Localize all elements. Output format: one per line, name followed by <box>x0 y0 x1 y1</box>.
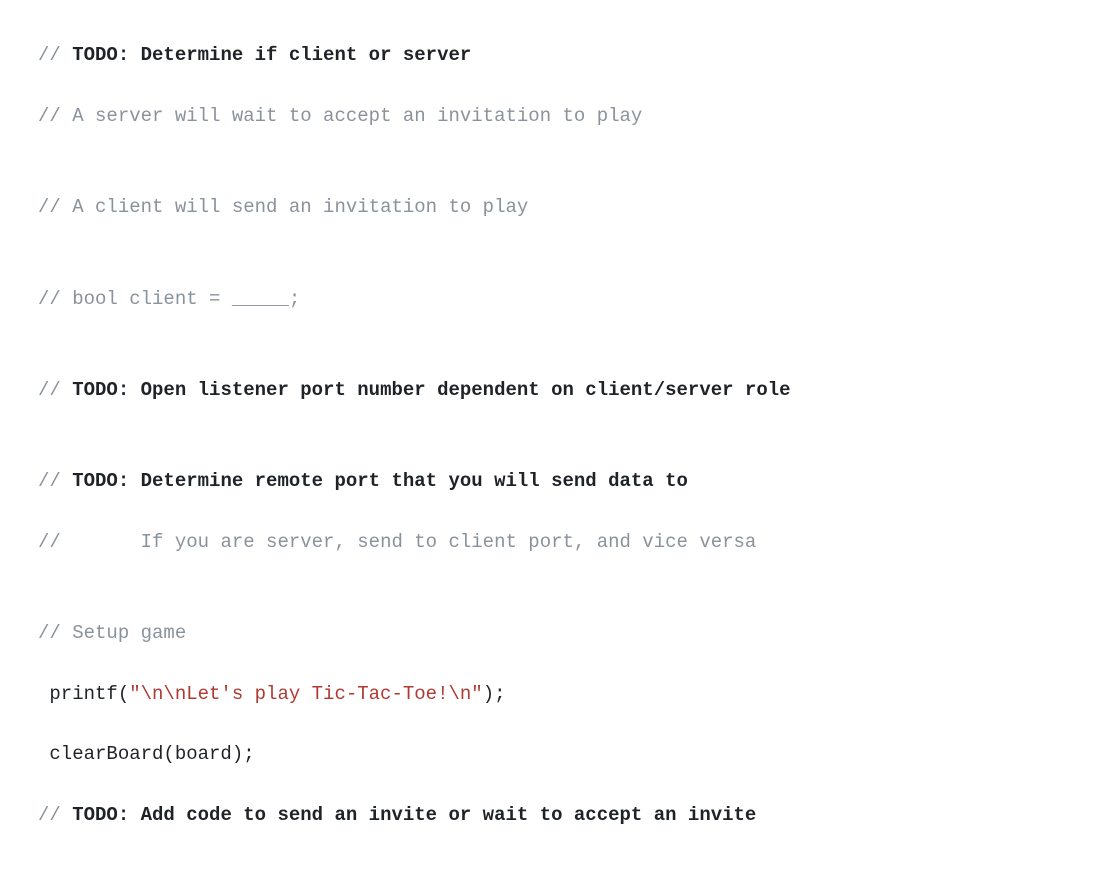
comment-slash: // <box>38 44 72 66</box>
code-line: // Setup game <box>0 618 1116 648</box>
code-line: clearBoard(board); <box>0 739 1116 769</box>
code-line: // bool client = _____; <box>0 284 1116 314</box>
comment-text: A client will send an invitation to play <box>72 196 528 218</box>
code-line: // TODO: Add code to send an invite or w… <box>0 800 1116 830</box>
comment-text: A server will wait to accept an invitati… <box>72 105 642 127</box>
code-line: // TODO: Determine remote port that you … <box>0 466 1116 496</box>
comment-text: bool client = _____; <box>72 288 300 310</box>
comment-slash: // <box>38 105 72 127</box>
string-literal: "\n\nLet's play Tic-Tac-Toe!\n" <box>129 683 482 705</box>
comment-slash: // <box>38 470 72 492</box>
code-text: ); <box>483 683 506 705</box>
todo-label: TODO: Open listener port number dependen… <box>72 379 790 401</box>
comment-slash: // <box>38 379 72 401</box>
code-line: // A client will send an invitation to p… <box>0 192 1116 222</box>
todo-label: TODO: Determine if client or server <box>72 44 471 66</box>
comment-slash: // <box>38 288 72 310</box>
comment-slash: // <box>38 622 72 644</box>
code-line: // TODO: Open listener port number depen… <box>0 375 1116 405</box>
comment-slash: // <box>38 531 141 553</box>
code-snippet: // TODO: Determine if client or server /… <box>0 0 1116 881</box>
code-text: clearBoard(board); <box>38 743 255 765</box>
code-text: printf( <box>38 683 129 705</box>
code-line: // If you are server, send to client por… <box>0 527 1116 557</box>
comment-slash: // <box>38 804 72 826</box>
todo-label: TODO: Determine remote port that you wil… <box>72 470 688 492</box>
code-line: // A server will wait to accept an invit… <box>0 101 1116 131</box>
code-line-printf: printf("\n\nLet's play Tic-Tac-Toe!\n"); <box>0 679 1116 709</box>
comment-text: If you are server, send to client port, … <box>141 531 757 553</box>
code-line: // TODO: Determine if client or server <box>0 40 1116 70</box>
todo-label: TODO: Add code to send an invite or wait… <box>72 804 756 826</box>
comment-slash: // <box>38 196 72 218</box>
comment-text: Setup game <box>72 622 186 644</box>
